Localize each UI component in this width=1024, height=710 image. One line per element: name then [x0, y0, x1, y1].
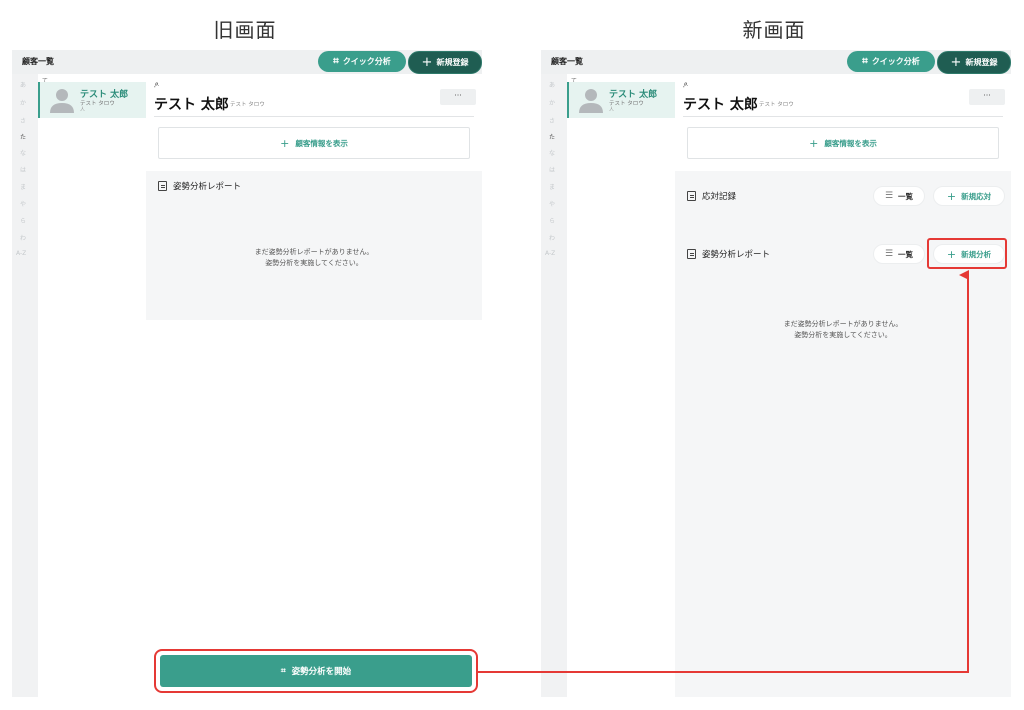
transition-arrow: [478, 270, 969, 673]
